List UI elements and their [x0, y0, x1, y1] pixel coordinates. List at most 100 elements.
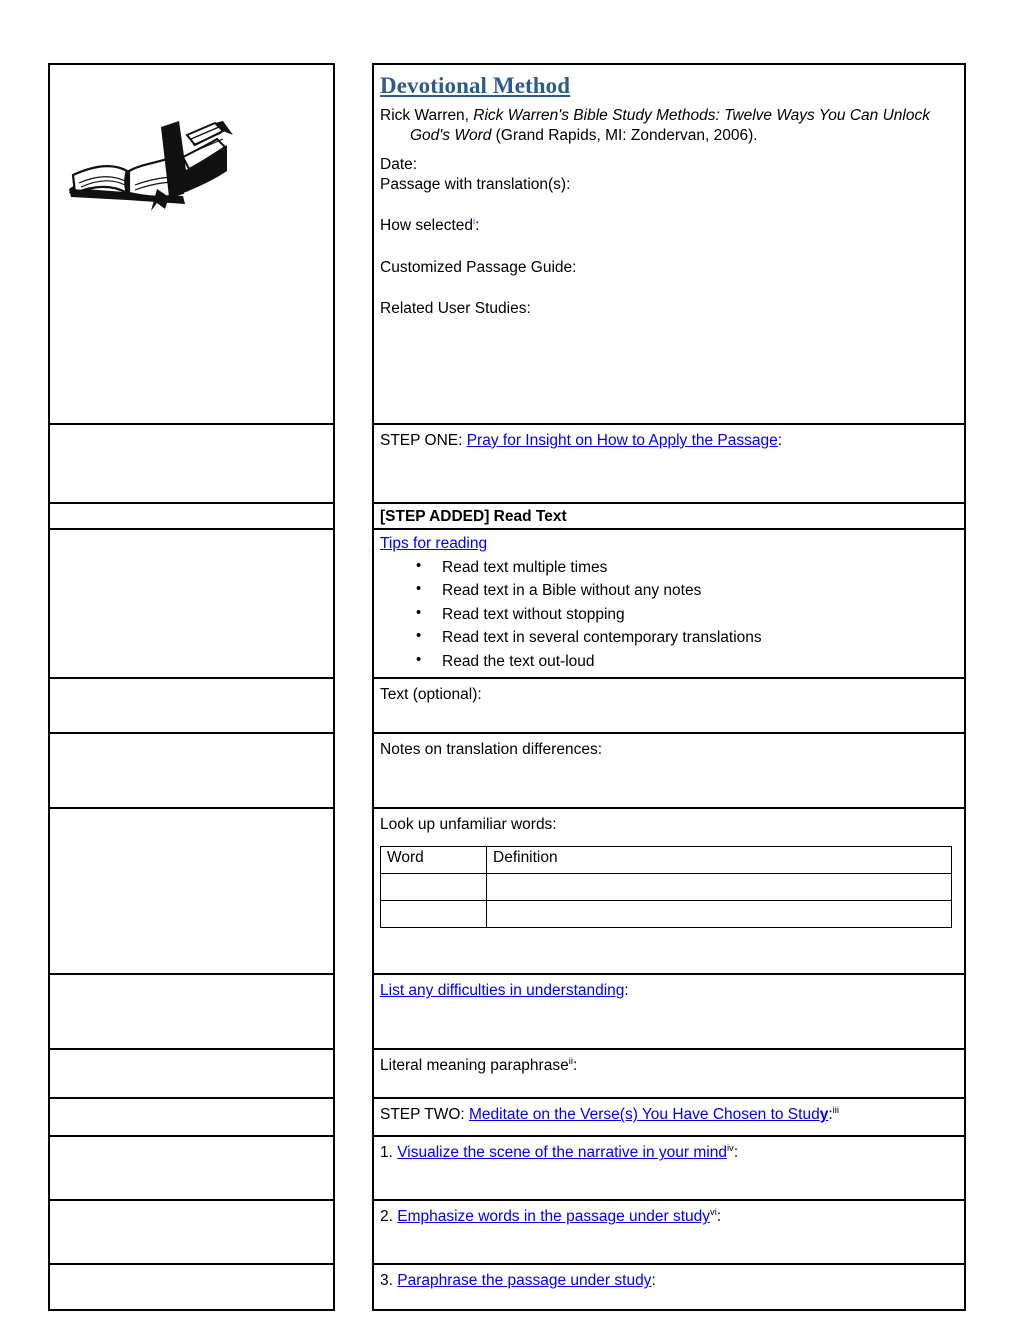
table-row-tips: Tips for reading Read text multiple time… — [48, 528, 966, 680]
word-definition-table: Word Definition — [380, 846, 952, 929]
table-row-difficulties: List any difficulties in understanding: — [48, 973, 966, 1051]
definition-cell[interactable] — [486, 873, 952, 902]
meditate-item-3-suffix: : — [651, 1272, 656, 1290]
column-header-word: Word — [380, 846, 487, 875]
field-date: Date: — [380, 156, 418, 174]
red-divider-column — [333, 503, 374, 530]
meditate-item-1-cell: 1. Visualize the scene of the narrative … — [372, 1135, 966, 1202]
word-cell[interactable] — [380, 900, 487, 929]
tips-cell: Tips for reading Read text multiple time… — [372, 528, 966, 680]
red-divider-column — [333, 678, 374, 734]
table-row — [380, 900, 952, 929]
red-divider-column — [333, 1264, 374, 1311]
word-cell[interactable] — [380, 873, 487, 902]
left-blank-cell-step-two — [48, 1097, 335, 1138]
meditate-item-3-number: 3. — [380, 1272, 398, 1290]
left-blank-cell-meditate-3 — [48, 1263, 335, 1312]
field-text-optional: Text (optional): — [380, 686, 482, 704]
field-passage-translation: Passage with translation(s): — [380, 176, 571, 194]
list-item: Read text in a Bible without any notes — [416, 578, 959, 603]
tips-list: Read text multiple times Read text in a … — [380, 555, 959, 674]
meditate-item-2-number: 2. — [380, 1208, 398, 1226]
table-row-step-one: STEP ONE: Pray for Insight on How to App… — [48, 423, 966, 504]
table-row-header: Devotional Method Rick Warren, Rick Warr… — [48, 63, 966, 425]
step-two-line: STEP TWO: Meditate on the Verse(s) You H… — [380, 1105, 959, 1125]
left-blank-cell-difficulties — [48, 973, 335, 1051]
devotional-method-form-table: Devotional Method Rick Warren, Rick Warr… — [48, 63, 966, 1312]
visualize-scene-link[interactable]: Visualize the scene of the narrative in … — [397, 1144, 727, 1161]
literal-paraphrase-suffix: : — [572, 1057, 578, 1075]
meditate-item-2-cell: 2. Emphasize words in the passage under … — [372, 1199, 966, 1266]
citation-author: Rick Warren, — [380, 107, 474, 125]
table-row-step-two: STEP TWO: Meditate on the Verse(s) You H… — [48, 1097, 966, 1138]
red-divider-column — [333, 1200, 374, 1265]
paraphrase-passage-link[interactable]: Paraphrase the passage under study — [397, 1272, 651, 1289]
step-added-heading-cell: [STEP ADDED] Read Text — [372, 501, 966, 531]
field-how-selected-colon: : — [475, 217, 480, 235]
step-one-link[interactable]: Pray for Insight on How to Apply the Pas… — [467, 432, 778, 449]
left-blank-cell-step-added — [48, 501, 335, 531]
red-divider-column — [333, 64, 374, 424]
table-row-meditate-2: 2. Emphasize words in the passage under … — [48, 1199, 966, 1266]
column-header-definition: Definition — [486, 846, 952, 875]
header-content-cell: Devotional Method Rick Warren, Rick Warr… — [372, 63, 966, 425]
red-divider-column — [333, 1136, 374, 1201]
citation-publication: (Grand Rapids, MI: Zondervan, 2006). — [491, 127, 758, 145]
meditate-item-1-number: 1. — [380, 1144, 398, 1162]
list-item: Read the text out-loud — [416, 649, 959, 674]
left-blank-cell-tips — [48, 528, 335, 680]
table-row-meditate-1: 1. Visualize the scene of the narrative … — [48, 1135, 966, 1202]
step-one-suffix: : — [777, 432, 783, 449]
step-two-cell: STEP TWO: Meditate on the Verse(s) You H… — [372, 1097, 966, 1138]
meditate-item-1-suffix: : — [733, 1144, 739, 1162]
red-divider-column — [333, 1098, 374, 1137]
step-added-heading: [STEP ADDED] Read Text — [380, 508, 567, 525]
citation: Rick Warren, Rick Warren's Bible Study M… — [380, 106, 959, 146]
field-related-user-studies: Related User Studies: — [380, 299, 531, 317]
red-divider-column — [333, 974, 374, 1050]
meditate-item-2-line: 2. Emphasize words in the passage under … — [380, 1207, 959, 1227]
difficulties-suffix: : — [624, 982, 629, 1000]
table-row-look-up-words: Look up unfamiliar words: Word Definitio… — [48, 807, 966, 976]
meditate-item-3-cell: 3. Paraphrase the passage under study: — [372, 1263, 966, 1312]
table-header-row: Word Definition — [380, 846, 952, 875]
left-blank-cell-notes — [48, 732, 335, 810]
footnote-marker-vi: vi — [710, 1207, 717, 1219]
list-difficulties-link[interactable]: List any difficulties in understanding — [380, 982, 624, 999]
field-look-up-unfamiliar-words: Look up unfamiliar words: — [380, 816, 557, 834]
text-optional-cell: Text (optional): — [372, 677, 966, 735]
look-up-words-cell: Look up unfamiliar words: Word Definitio… — [372, 807, 966, 976]
red-divider-column — [333, 808, 374, 975]
literal-paraphrase-line: Literal meaning paraphraseii: — [380, 1056, 959, 1076]
tips-for-reading-link[interactable]: Tips for reading — [380, 535, 487, 552]
document-page: Devotional Method Rick Warren, Rick Warr… — [0, 0, 1020, 1320]
difficulties-line: List any difficulties in understanding: — [380, 981, 959, 1001]
left-blank-cell-text-optional — [48, 677, 335, 735]
left-blank-cell-header — [48, 63, 335, 425]
notes-translation-cell: Notes on translation differences: — [372, 732, 966, 810]
step-one-cell: STEP ONE: Pray for Insight on How to App… — [372, 423, 966, 504]
red-divider-column — [333, 424, 374, 503]
definition-cell[interactable] — [486, 900, 952, 929]
step-two-prefix: STEP TWO: — [380, 1106, 469, 1124]
left-blank-cell-step-one — [48, 423, 335, 504]
difficulties-cell: List any difficulties in understanding: — [372, 973, 966, 1051]
footnote-marker-iv: iv — [726, 1143, 734, 1155]
left-blank-cell-meditate-2 — [48, 1199, 335, 1266]
red-divider-column — [333, 529, 374, 679]
step-two-link[interactable]: Meditate on the Verse(s) You Have Chosen… — [469, 1106, 828, 1123]
red-divider-column — [333, 733, 374, 809]
emphasize-words-link[interactable]: Emphasize words in the passage under stu… — [397, 1208, 710, 1225]
table-row-step-added-heading: [STEP ADDED] Read Text — [48, 501, 966, 531]
table-row-meditate-3: 3. Paraphrase the passage under study: — [48, 1263, 966, 1312]
step-two-link-main: Meditate on the Verse(s) You Have Chosen… — [469, 1106, 820, 1124]
left-blank-cell-meditate-1 — [48, 1135, 335, 1202]
literal-paraphrase-label: Literal meaning paraphrase — [380, 1057, 569, 1075]
open-bible-book-icon — [69, 121, 233, 211]
table-row-text-optional: Text (optional): — [48, 677, 966, 735]
table-row-literal-paraphrase: Literal meaning paraphraseii: — [48, 1048, 966, 1100]
tips-heading-line: Tips for reading — [380, 534, 959, 554]
field-how-selected: How selectedi: — [380, 216, 959, 236]
